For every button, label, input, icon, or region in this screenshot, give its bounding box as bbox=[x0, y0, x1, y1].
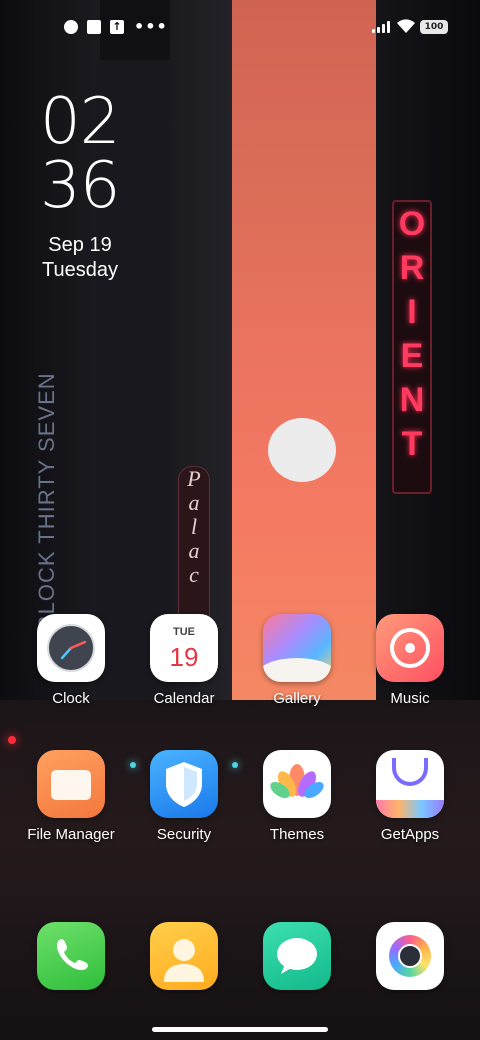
person-icon bbox=[150, 922, 218, 990]
app-calendar[interactable]: TUE 19 Calendar bbox=[128, 614, 240, 707]
sign-letter: a bbox=[188, 538, 200, 563]
shield-icon bbox=[150, 750, 218, 818]
app-phone[interactable] bbox=[15, 922, 127, 990]
app-label: Security bbox=[156, 826, 212, 843]
signal-icon bbox=[372, 21, 392, 33]
app-camera[interactable] bbox=[354, 922, 466, 990]
circle-notification-icon bbox=[64, 20, 78, 34]
camera-icon bbox=[376, 922, 444, 990]
palace-sign: P a l a c bbox=[178, 466, 210, 618]
sign-letter: E bbox=[400, 337, 424, 375]
sun bbox=[268, 418, 336, 482]
upload-notification-icon: ↑ bbox=[110, 20, 124, 34]
home-indicator[interactable] bbox=[152, 1027, 328, 1032]
sign-letter: c bbox=[189, 562, 199, 587]
sign-letter: R bbox=[399, 249, 425, 287]
app-label: Themes bbox=[269, 826, 325, 843]
app-label: GetApps bbox=[380, 826, 440, 843]
app-getapps[interactable]: GetApps bbox=[354, 750, 466, 843]
app-file-manager[interactable]: File Manager bbox=[15, 750, 127, 843]
bag-icon bbox=[376, 750, 444, 818]
clock-weekday: Tuesday bbox=[42, 259, 118, 281]
app-messages[interactable] bbox=[241, 922, 353, 990]
clock-icon bbox=[37, 614, 105, 682]
sign-letter: P bbox=[187, 466, 201, 491]
clock-date: Sep 19 bbox=[48, 234, 112, 256]
app-themes[interactable]: Themes bbox=[241, 750, 353, 843]
message-bubble-icon bbox=[263, 922, 331, 990]
lotus-icon bbox=[263, 750, 331, 818]
calendar-weekday: TUE bbox=[173, 626, 195, 638]
phone-icon bbox=[37, 922, 105, 990]
wifi-icon bbox=[397, 19, 415, 33]
calendar-day: 19 bbox=[169, 642, 199, 672]
more-dots-icon: ••• bbox=[134, 17, 168, 36]
building-vertical-text: BLOCK THIRTY SEVEN bbox=[4, 372, 59, 640]
music-icon bbox=[376, 614, 444, 682]
sign-letter: O bbox=[398, 205, 426, 243]
sign-letter: T bbox=[401, 425, 423, 463]
battery-icon: 100 bbox=[420, 20, 448, 34]
clock-widget[interactable]: 02 36 Sep 19 Tuesday bbox=[40, 90, 160, 282]
oriental-neon-sign: O R I E N T bbox=[392, 200, 432, 494]
building-text: BLOCK THIRTY SEVEN bbox=[34, 372, 59, 630]
gallery-icon bbox=[263, 614, 331, 682]
app-clock[interactable]: Clock bbox=[15, 614, 127, 707]
app-music[interactable]: Music bbox=[354, 614, 466, 707]
sign-letter: N bbox=[399, 381, 425, 419]
app-security[interactable]: Security bbox=[128, 750, 240, 843]
status-bar: ↑ ••• 100 bbox=[0, 0, 480, 56]
sign-letter: l bbox=[190, 514, 198, 539]
clock-minute: 36 bbox=[40, 149, 120, 223]
app-label: Music bbox=[390, 690, 430, 707]
square-notification-icon bbox=[87, 20, 101, 34]
folder-icon bbox=[37, 750, 105, 818]
app-gallery[interactable]: Gallery bbox=[241, 614, 353, 707]
app-contacts[interactable] bbox=[128, 922, 240, 990]
traffic-light bbox=[8, 736, 16, 744]
app-label: File Manager bbox=[27, 826, 115, 843]
clock-hour: 02 bbox=[40, 85, 120, 159]
sign-letter: a bbox=[188, 490, 200, 515]
sunset-sky bbox=[230, 0, 376, 720]
app-label: Clock bbox=[52, 690, 90, 707]
app-label: Gallery bbox=[273, 690, 321, 707]
app-label: Calendar bbox=[153, 690, 215, 707]
sign-letter: I bbox=[407, 293, 417, 331]
calendar-icon: TUE 19 bbox=[150, 614, 218, 682]
